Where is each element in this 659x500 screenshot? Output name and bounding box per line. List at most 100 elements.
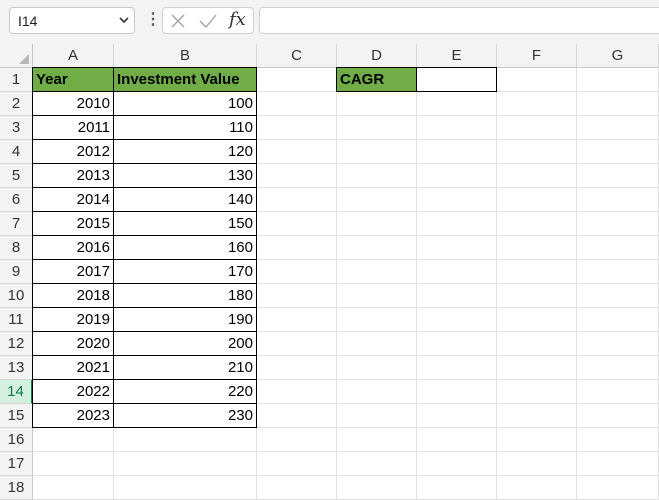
- cell[interactable]: [257, 164, 337, 188]
- year-cell[interactable]: 2010: [32, 91, 114, 116]
- cell[interactable]: [497, 380, 577, 404]
- cell[interactable]: [417, 356, 497, 380]
- investment-value-cell[interactable]: 230: [113, 403, 257, 428]
- investment-value-cell[interactable]: 140: [113, 187, 257, 212]
- year-cell[interactable]: 2020: [32, 331, 114, 356]
- cell[interactable]: [577, 68, 659, 92]
- cell[interactable]: [497, 308, 577, 332]
- cell[interactable]: [257, 356, 337, 380]
- cagr-label[interactable]: CAGR: [336, 67, 417, 92]
- cagr-value-cell[interactable]: [416, 67, 497, 92]
- row-header-10[interactable]: 10: [0, 284, 33, 308]
- cell[interactable]: [337, 140, 417, 164]
- year-cell[interactable]: 2016: [32, 235, 114, 260]
- cell[interactable]: [257, 116, 337, 140]
- cell[interactable]: [497, 260, 577, 284]
- row-header-7[interactable]: 7: [0, 212, 33, 236]
- investment-value-cell[interactable]: 130: [113, 163, 257, 188]
- check-icon[interactable]: [198, 10, 218, 35]
- cell[interactable]: [417, 380, 497, 404]
- year-cell[interactable]: 2018: [32, 283, 114, 308]
- cell[interactable]: [337, 332, 417, 356]
- chevron-down-icon[interactable]: [118, 14, 130, 29]
- cell[interactable]: [257, 260, 337, 284]
- column-header-g[interactable]: G: [577, 44, 659, 68]
- cell[interactable]: [497, 212, 577, 236]
- investment-value-cell[interactable]: 190: [113, 307, 257, 332]
- row-header-8[interactable]: 8: [0, 236, 33, 260]
- cell[interactable]: [337, 284, 417, 308]
- column-header-c[interactable]: C: [257, 44, 337, 68]
- cell[interactable]: [417, 92, 497, 116]
- row-header-14[interactable]: 14: [0, 380, 33, 404]
- cell[interactable]: [497, 164, 577, 188]
- cell[interactable]: [257, 476, 337, 500]
- column-header-d[interactable]: D: [337, 44, 417, 68]
- cell[interactable]: [577, 404, 659, 428]
- year-cell[interactable]: 2014: [32, 187, 114, 212]
- cell[interactable]: [337, 116, 417, 140]
- investment-value-cell[interactable]: 110: [113, 115, 257, 140]
- cell[interactable]: [497, 188, 577, 212]
- cell[interactable]: [497, 332, 577, 356]
- row-header-12[interactable]: 12: [0, 332, 33, 356]
- column-header-b[interactable]: B: [114, 44, 257, 68]
- more-vertical-icon[interactable]: ⋮: [145, 9, 161, 29]
- formula-input[interactable]: [259, 7, 659, 34]
- cell[interactable]: [577, 92, 659, 116]
- investment-value-cell[interactable]: 160: [113, 235, 257, 260]
- row-header-2[interactable]: 2: [0, 92, 33, 116]
- cell[interactable]: [577, 428, 659, 452]
- cell[interactable]: [417, 212, 497, 236]
- cell[interactable]: [497, 140, 577, 164]
- cell[interactable]: [577, 284, 659, 308]
- cell[interactable]: [257, 380, 337, 404]
- cell[interactable]: [497, 428, 577, 452]
- select-all-corner[interactable]: [0, 44, 33, 68]
- cell[interactable]: [497, 116, 577, 140]
- cell[interactable]: [33, 428, 114, 452]
- cell[interactable]: [337, 212, 417, 236]
- row-header-9[interactable]: 9: [0, 260, 33, 284]
- cell[interactable]: [257, 68, 337, 92]
- cell[interactable]: [337, 356, 417, 380]
- cell[interactable]: [577, 356, 659, 380]
- cell[interactable]: [577, 452, 659, 476]
- cell[interactable]: [33, 476, 114, 500]
- year-cell[interactable]: 2011: [32, 115, 114, 140]
- column-header-a[interactable]: A: [33, 44, 114, 68]
- cell[interactable]: [417, 116, 497, 140]
- cell[interactable]: [577, 164, 659, 188]
- row-header-15[interactable]: 15: [0, 404, 33, 428]
- cell[interactable]: [577, 380, 659, 404]
- cell[interactable]: [257, 212, 337, 236]
- fx-icon[interactable]: fx: [229, 9, 246, 30]
- row-header-17[interactable]: 17: [0, 452, 33, 476]
- row-header-5[interactable]: 5: [0, 164, 33, 188]
- year-cell[interactable]: 2022: [32, 379, 114, 404]
- cell[interactable]: [257, 428, 337, 452]
- cell[interactable]: [114, 452, 257, 476]
- cell[interactable]: [257, 404, 337, 428]
- cell[interactable]: [337, 380, 417, 404]
- investment-value-cell[interactable]: 150: [113, 211, 257, 236]
- cell[interactable]: [417, 332, 497, 356]
- cell[interactable]: [497, 356, 577, 380]
- cell[interactable]: [577, 140, 659, 164]
- investment-value-cell[interactable]: 120: [113, 139, 257, 164]
- year-header[interactable]: Year: [32, 67, 114, 92]
- cell[interactable]: [337, 308, 417, 332]
- close-icon[interactable]: [169, 10, 187, 35]
- row-header-3[interactable]: 3: [0, 116, 33, 140]
- cell[interactable]: [257, 284, 337, 308]
- cell[interactable]: [257, 140, 337, 164]
- year-cell[interactable]: 2012: [32, 139, 114, 164]
- cell[interactable]: [257, 452, 337, 476]
- cell[interactable]: [497, 92, 577, 116]
- cell[interactable]: [257, 332, 337, 356]
- cell[interactable]: [417, 164, 497, 188]
- name-box[interactable]: I14: [9, 7, 135, 34]
- cell[interactable]: [577, 212, 659, 236]
- year-cell[interactable]: 2017: [32, 259, 114, 284]
- cell[interactable]: [257, 188, 337, 212]
